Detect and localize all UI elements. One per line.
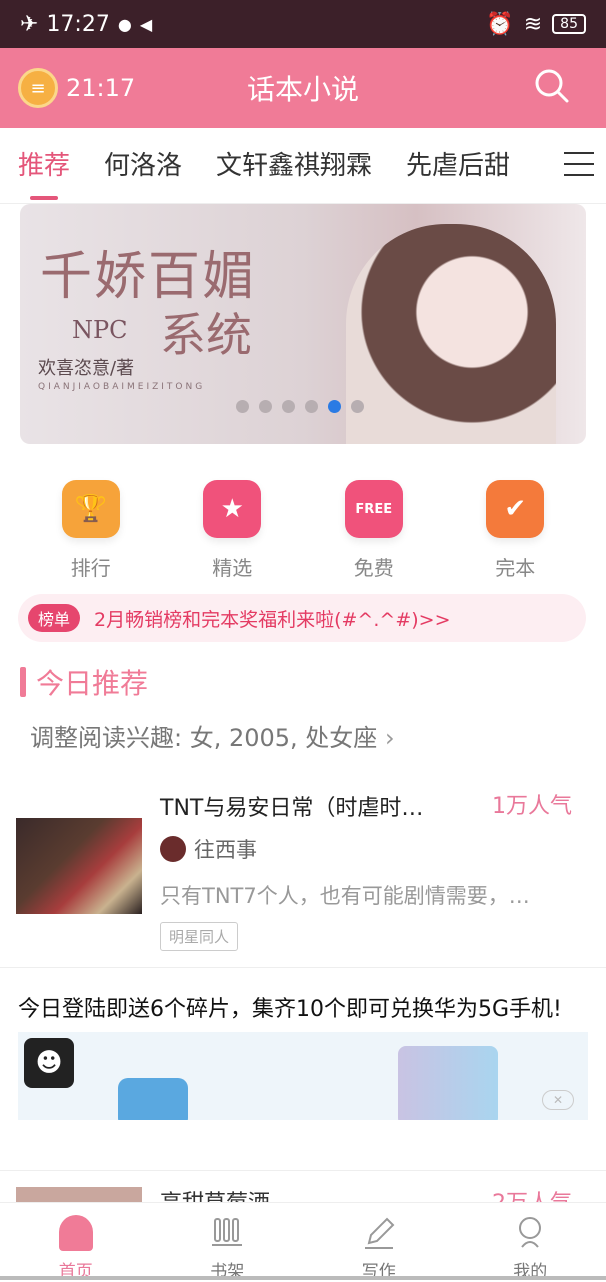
notice-text: 2月畅销榜和完本奖福利来啦(#^.^#)>> [94, 605, 450, 632]
banner-carousel[interactable]: 千娇百媚 NPC 系统 欢喜恣意/著 QIANJIAOBAIMEIZITONG [20, 204, 586, 444]
carousel-dot[interactable] [259, 400, 272, 413]
search-button[interactable] [534, 68, 570, 108]
tab-xianmuehoutian[interactable]: 先虐后甜 [406, 128, 510, 204]
profile-icon [512, 1215, 548, 1251]
section-title: 今日推荐 [20, 662, 148, 702]
carousel-dot[interactable] [305, 400, 318, 413]
home-icon [59, 1215, 93, 1251]
book-item[interactable]: 高甜草莓酒 2万人气 [0, 1170, 606, 1204]
ad-image[interactable]: ☻ ✕ [18, 1032, 588, 1120]
menu-icon[interactable] [564, 152, 594, 185]
qq-icon: ● [118, 15, 132, 34]
avatar [160, 836, 186, 862]
app-bar: ≡ 21:17 话本小说 [0, 48, 606, 128]
carousel-dot[interactable] [351, 400, 364, 413]
status-time: 17:27 [46, 12, 109, 37]
nav-write[interactable]: 写作 [303, 1203, 455, 1280]
battery-level: 85 [560, 16, 578, 32]
pencil-icon [361, 1215, 397, 1251]
wifi-icon: ≋ [524, 12, 542, 37]
banner-npc: NPC [72, 316, 128, 344]
book-cover [16, 818, 142, 914]
airplane-icon: ✈ [20, 12, 38, 37]
interest-text: 调整阅读兴趣: 女, 2005, 处女座 [30, 724, 377, 752]
carousel-dot-active[interactable] [328, 400, 341, 413]
book-tag: 明星同人 [160, 922, 238, 951]
section-marker [20, 667, 26, 697]
book-description: 只有TNT7个人，也有可能剧情需要，… [160, 880, 584, 910]
carousel-dot[interactable] [236, 400, 249, 413]
banner-pinyin: QIANJIAOBAIMEIZITONG [38, 382, 205, 392]
chevron-right-icon: › [385, 724, 395, 752]
ad-banner[interactable]: 今日登陆即送6个碎片，集齐10个即可兑换华为5G手机! ☻ ✕ [18, 994, 588, 1120]
shortcut-free[interactable]: FREE 免费 [319, 470, 429, 581]
ad-text: 今日登陆即送6个碎片，集齐10个即可兑换华为5G手机! [18, 994, 588, 1026]
category-tabs: 推荐 何洛洛 文轩鑫祺翔霖 先虐后甜 [0, 128, 606, 204]
app-title: 话本小说 [0, 68, 606, 108]
banner-portrait [346, 224, 556, 444]
carousel-dots [236, 400, 364, 413]
notice-tag: 榜单 [28, 604, 80, 632]
nav-home[interactable]: 首页 [0, 1203, 152, 1280]
puzzle-icon [118, 1078, 188, 1120]
free-tag-icon: FREE [345, 480, 403, 538]
book-title: TNT与易安日常（时虐时… [160, 790, 423, 822]
nav-bookshelf[interactable]: 书架 [152, 1203, 304, 1280]
trophy-icon: 🏆 [62, 480, 120, 538]
search-icon [534, 68, 570, 104]
shortcut-featured[interactable]: ★ 精选 [177, 470, 287, 581]
gesture-bar [0, 1276, 606, 1280]
tab-heluoluo[interactable]: 何洛洛 [104, 128, 182, 204]
book-popularity: 1万人气 [492, 788, 572, 820]
close-ad-button[interactable]: ✕ [542, 1090, 574, 1110]
notice-bar[interactable]: 榜单 2月畅销榜和完本奖福利来啦(#^.^#)>> [18, 594, 586, 642]
battery-icon: 85 [552, 14, 586, 34]
star-icon: ★ [203, 480, 261, 538]
nav-profile[interactable]: 我的 [455, 1203, 606, 1280]
shortcut-label: 精选 [177, 552, 287, 581]
mascot-icon: ☻ [24, 1038, 74, 1088]
bottom-nav: 首页 书架 写作 我的 [0, 1202, 606, 1280]
shortcut-label: 免费 [319, 552, 429, 581]
bookshelf-icon [209, 1215, 245, 1251]
book-item[interactable]: TNT与易安日常（时虐时… 1万人气 往西事 只有TNT7个人，也有可能剧情需要… [0, 784, 606, 968]
shortcut-completed[interactable]: ✔ 完本 [460, 470, 570, 581]
phone-image [398, 1046, 498, 1120]
tab-recommend[interactable]: 推荐 [18, 128, 70, 204]
author-name: 往西事 [194, 834, 257, 864]
section-title-text: 今日推荐 [36, 662, 148, 702]
category-shortcuts: 🏆 排行 ★ 精选 FREE 免费 ✔ 完本 [0, 470, 606, 581]
book-author: 往西事 [160, 834, 257, 864]
carousel-dot[interactable] [282, 400, 295, 413]
banner-title-art-2: 系统 [160, 299, 252, 365]
banner-title-art: 千娇百媚 [40, 234, 256, 309]
alarm-icon: ⏰ [486, 12, 513, 37]
shortcut-label: 排行 [36, 552, 146, 581]
shortcut-label: 完本 [460, 552, 570, 581]
tab-wenxuan[interactable]: 文轩鑫祺翔霖 [216, 128, 372, 204]
banner-author: 欢喜恣意/著 [38, 354, 134, 380]
mute-icon: ◀ [140, 15, 152, 34]
check-icon: ✔ [486, 480, 544, 538]
status-bar: ✈ 17:27 ● ◀ ⏰ ≋ 85 [0, 0, 606, 48]
shortcut-ranking[interactable]: 🏆 排行 [36, 470, 146, 581]
interest-link[interactable]: 调整阅读兴趣: 女, 2005, 处女座 › [30, 718, 395, 753]
